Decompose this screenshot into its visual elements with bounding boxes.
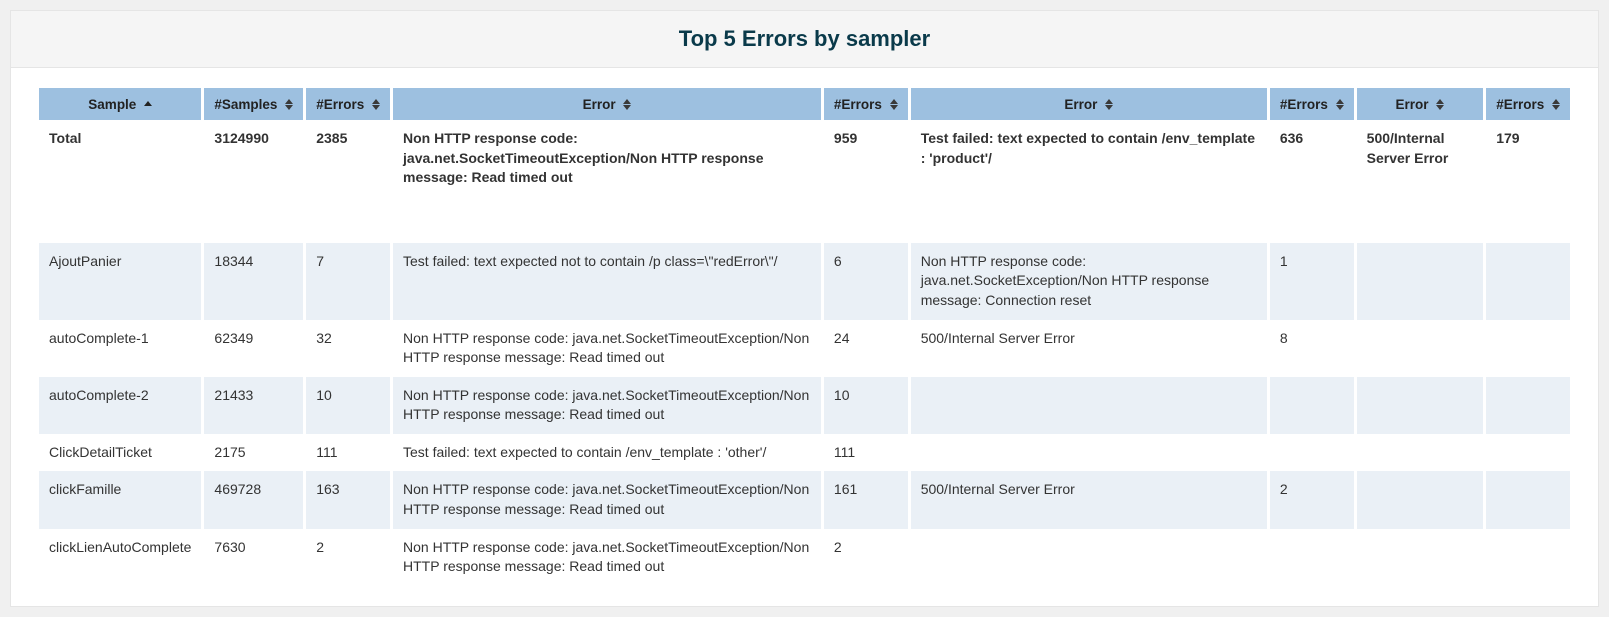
cell-samples: 3124990 [204, 120, 303, 243]
col-header-errors-3[interactable]: #Errors [1486, 88, 1570, 120]
errors-panel: Top 5 Errors by sampler Sample #Samples … [10, 10, 1599, 607]
cell-errors: 7 [306, 243, 390, 320]
cell-sample: clickFamille [39, 471, 201, 528]
cell-sample: Total [39, 120, 201, 243]
cell-error-1: Non HTTP response code: java.net.SocketT… [393, 120, 821, 243]
sort-icon [1336, 99, 1344, 110]
cell-sample: ClickDetailTicket [39, 434, 201, 472]
cell-samples: 62349 [204, 320, 303, 377]
cell-error-3 [1357, 243, 1484, 320]
sort-icon [1105, 99, 1113, 110]
cell-count-3 [1486, 377, 1570, 434]
table-row: ClickDetailTicket 2175 111 Test failed: … [39, 434, 1570, 472]
cell-error-3: 500/Internal Server Error [1357, 120, 1484, 243]
panel-title: Top 5 Errors by sampler [26, 26, 1583, 52]
cell-count-2: 636 [1270, 120, 1354, 243]
cell-sample: autoComplete-1 [39, 320, 201, 377]
sort-icon [1552, 99, 1560, 110]
col-header-errors[interactable]: #Errors [306, 88, 390, 120]
cell-count-2 [1270, 434, 1354, 472]
cell-count-3 [1486, 320, 1570, 377]
sort-icon [890, 99, 898, 110]
table-row: clickFamille 469728 163 Non HTTP respons… [39, 471, 1570, 528]
cell-error-1: Non HTTP response code: java.net.SocketT… [393, 320, 821, 377]
cell-sample: clickLienAutoComplete [39, 529, 201, 586]
sort-icon [372, 99, 380, 110]
cell-error-2: 500/Internal Server Error [911, 320, 1267, 377]
cell-count-3 [1486, 529, 1570, 586]
cell-count-3 [1486, 243, 1570, 320]
cell-error-2: Test failed: text expected to contain /e… [911, 120, 1267, 243]
cell-count-2: 8 [1270, 320, 1354, 377]
cell-samples: 7630 [204, 529, 303, 586]
cell-errors: 2 [306, 529, 390, 586]
cell-count-1: 6 [824, 243, 908, 320]
cell-error-1: Test failed: text expected not to contai… [393, 243, 821, 320]
table-row: autoComplete-1 62349 32 Non HTTP respons… [39, 320, 1570, 377]
table-row: AjoutPanier 18344 7 Test failed: text ex… [39, 243, 1570, 320]
cell-count-1: 959 [824, 120, 908, 243]
cell-error-2 [911, 434, 1267, 472]
col-header-errors-1[interactable]: #Errors [824, 88, 908, 120]
cell-count-1: 24 [824, 320, 908, 377]
panel-header: Top 5 Errors by sampler [11, 11, 1598, 68]
col-header-sample[interactable]: Sample [39, 88, 201, 120]
cell-errors: 32 [306, 320, 390, 377]
col-header-error-3[interactable]: Error [1357, 88, 1484, 120]
table-row: autoComplete-2 21433 10 Non HTTP respons… [39, 377, 1570, 434]
col-header-error-2[interactable]: Error [911, 88, 1267, 120]
cell-error-2: Non HTTP response code: java.net.SocketE… [911, 243, 1267, 320]
cell-error-3 [1357, 320, 1484, 377]
cell-sample: AjoutPanier [39, 243, 201, 320]
cell-error-3 [1357, 471, 1484, 528]
cell-error-3 [1357, 434, 1484, 472]
table-row-total: Total 3124990 2385 Non HTTP response cod… [39, 120, 1570, 243]
cell-errors: 2385 [306, 120, 390, 243]
cell-count-2 [1270, 377, 1354, 434]
cell-errors: 111 [306, 434, 390, 472]
cell-error-1: Test failed: text expected to contain /e… [393, 434, 821, 472]
cell-samples: 21433 [204, 377, 303, 434]
cell-sample: autoComplete-2 [39, 377, 201, 434]
cell-samples: 2175 [204, 434, 303, 472]
cell-error-1: Non HTTP response code: java.net.SocketT… [393, 471, 821, 528]
col-header-error-1[interactable]: Error [393, 88, 821, 120]
cell-error-2 [911, 529, 1267, 586]
panel-body: Sample #Samples #Errors Error [11, 68, 1598, 606]
cell-count-2: 1 [1270, 243, 1354, 320]
cell-count-3 [1486, 434, 1570, 472]
cell-count-1: 2 [824, 529, 908, 586]
table-row: clickLienAutoComplete 7630 2 Non HTTP re… [39, 529, 1570, 586]
cell-count-1: 111 [824, 434, 908, 472]
col-header-samples[interactable]: #Samples [204, 88, 303, 120]
cell-count-2 [1270, 529, 1354, 586]
cell-count-2: 2 [1270, 471, 1354, 528]
table-header-row: Sample #Samples #Errors Error [39, 88, 1570, 120]
errors-table: Sample #Samples #Errors Error [36, 88, 1573, 586]
cell-error-2 [911, 377, 1267, 434]
cell-error-1: Non HTTP response code: java.net.SocketT… [393, 377, 821, 434]
sort-icon [1436, 99, 1444, 110]
cell-count-3: 179 [1486, 120, 1570, 243]
cell-error-2: 500/Internal Server Error [911, 471, 1267, 528]
cell-samples: 18344 [204, 243, 303, 320]
cell-errors: 10 [306, 377, 390, 434]
cell-error-3 [1357, 377, 1484, 434]
cell-count-1: 161 [824, 471, 908, 528]
cell-samples: 469728 [204, 471, 303, 528]
table-body: Total 3124990 2385 Non HTTP response cod… [39, 120, 1570, 586]
cell-count-1: 10 [824, 377, 908, 434]
cell-errors: 163 [306, 471, 390, 528]
cell-count-3 [1486, 471, 1570, 528]
sort-icon [144, 101, 152, 107]
col-header-errors-2[interactable]: #Errors [1270, 88, 1354, 120]
cell-error-1: Non HTTP response code: java.net.SocketT… [393, 529, 821, 586]
sort-icon [623, 99, 631, 110]
cell-error-3 [1357, 529, 1484, 586]
sort-icon [285, 99, 293, 110]
